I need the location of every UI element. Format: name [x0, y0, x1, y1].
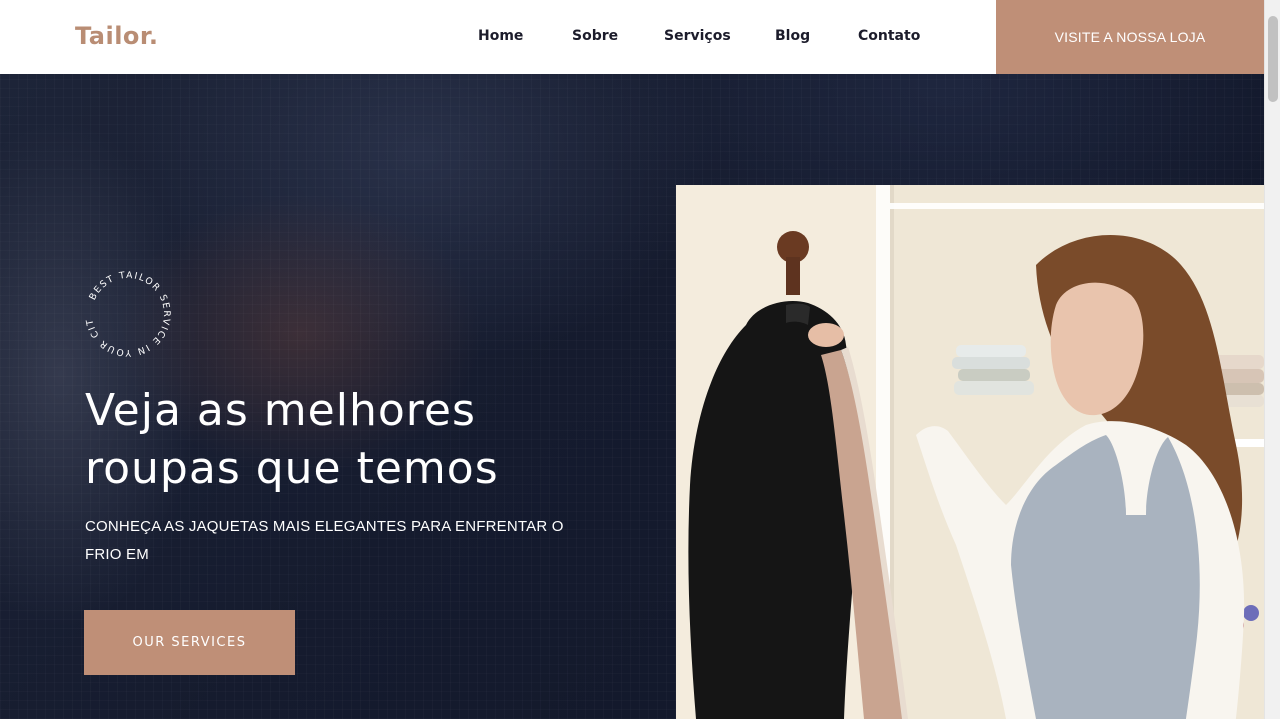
hero-subtitle: CONHEÇA AS JAQUETAS MAIS ELEGANTES PARA … — [85, 518, 564, 563]
nav-home[interactable]: Home — [478, 28, 523, 44]
scrollbar-thumb[interactable] — [1268, 16, 1278, 102]
nav-contato[interactable]: Contato — [858, 28, 920, 44]
nav-blog[interactable]: Blog — [775, 28, 810, 44]
svg-text:BEST TAILOR SERVICE IN YOUR CI: BEST TAILOR SERVICE IN YOUR CITY — [80, 266, 172, 358]
hero-title-line1: Veja as melhores — [85, 385, 476, 436]
site-header: Tailor. Home Sobre Serviços Blog Contato… — [0, 0, 1264, 74]
hero-title-line2: roupas que temos — [85, 443, 499, 494]
badge-text: BEST TAILOR SERVICE IN YOUR CITY — [80, 266, 170, 358]
circular-badge: BEST TAILOR SERVICE IN YOUR CITY — [80, 266, 172, 358]
tailor-photo-illustration — [676, 185, 1264, 719]
page-scrollbar[interactable] — [1264, 0, 1280, 719]
hero-photo-tailor-with-mannequin — [676, 185, 1264, 719]
logo[interactable]: Tailor. — [75, 22, 158, 50]
visit-store-button[interactable]: VISITE A NOSSA LOJA — [996, 0, 1264, 74]
hero-title: Veja as melhores roupas que temos — [85, 382, 645, 498]
nav-servicos[interactable]: Serviços — [664, 28, 731, 44]
our-services-button[interactable]: OUR SERVICES — [84, 610, 295, 675]
hero-section: BEST TAILOR SERVICE IN YOUR CITY Veja as… — [0, 74, 1264, 719]
nav-sobre[interactable]: Sobre — [572, 28, 618, 44]
